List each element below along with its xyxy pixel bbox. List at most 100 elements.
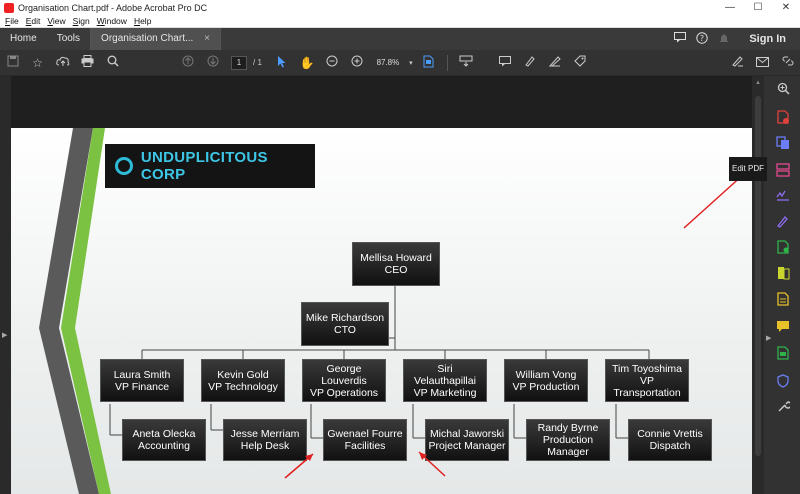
enhance-scans-icon[interactable] (776, 292, 790, 306)
node-production-manager[interactable]: Randy Byrne Production Manager (526, 419, 610, 461)
next-page-icon[interactable] (200, 55, 225, 70)
help-icon[interactable]: ? (691, 31, 713, 47)
tab-close-icon[interactable]: × (204, 33, 210, 44)
node-cto-label: Mike Richardson CTO (305, 312, 385, 336)
tab-bar: Home Tools Organisation Chart... × ? Sig… (0, 28, 800, 50)
page-total: / 1 (253, 58, 262, 67)
red-arrow-project-manager (418, 451, 446, 477)
zoom-search-tool-icon[interactable] (776, 82, 790, 96)
zoom-level-select[interactable]: 87.8% (369, 55, 406, 70)
main-toolbar: ☆ 1 / 1 ✋ 87.8% ▾ (0, 50, 800, 76)
zoom-in-icon[interactable] (345, 55, 370, 70)
node-ceo[interactable]: Mellisa Howard CEO (352, 242, 440, 286)
tab-home[interactable]: Home (0, 28, 47, 50)
highlight-pen-icon[interactable] (518, 55, 543, 70)
email-icon[interactable] (750, 56, 775, 70)
company-logo-icon (115, 157, 133, 175)
node-vp-transportation[interactable]: Tim Toyoshima VP Transportation (605, 359, 689, 402)
node-production-manager-label: Randy Byrne Production Manager (537, 422, 599, 458)
company-banner: UNDUPLICITOUS CORP (105, 144, 315, 188)
page-number-input[interactable]: 1 (231, 55, 247, 70)
bell-icon[interactable] (713, 32, 735, 47)
node-vp-marketing-label: Siri Velauthapillai VP Marketing (413, 362, 477, 399)
node-ceo-label: Mellisa Howard CEO (360, 252, 432, 276)
node-vp-operations-label: George Louverdis VP Operations (309, 362, 379, 399)
zoom-out-icon[interactable] (320, 55, 345, 70)
menu-help[interactable]: Help (134, 16, 151, 26)
send-for-signature-icon[interactable] (776, 214, 790, 228)
export-pdf-icon[interactable] (776, 240, 790, 254)
scrollbar-thumb[interactable] (755, 96, 761, 456)
node-vp-transportation-label: Tim Toyoshima VP Transportation (611, 362, 683, 399)
add-comment-icon[interactable] (493, 55, 518, 70)
save-icon[interactable] (0, 55, 25, 70)
scroll-up-icon[interactable]: ▲ (755, 80, 761, 86)
node-accounting[interactable]: Aneta Olecka Accounting (122, 419, 206, 461)
expand-left-panel-icon[interactable]: ▶ (2, 331, 7, 339)
acrobat-app-icon (4, 2, 14, 13)
comment-tool-icon[interactable] (776, 320, 790, 334)
zoom-dropdown-chevron-icon[interactable]: ▾ (406, 59, 416, 67)
menu-edit[interactable]: Edit (26, 16, 41, 26)
pdf-page[interactable]: UNDUPLICITOUS CORP Mellisa Howard CEO Mi… (11, 128, 752, 494)
menu-sign[interactable]: Sign (73, 16, 90, 26)
edit-pdf-icon[interactable] (776, 163, 790, 177)
node-vp-technology-label: Kevin Gold VP Technology (208, 368, 278, 393)
keyboard-tool-icon[interactable] (454, 55, 479, 70)
node-vp-operations[interactable]: George Louverdis VP Operations (302, 359, 386, 402)
node-cto[interactable]: Mike Richardson CTO (301, 302, 389, 346)
protect-shield-icon[interactable] (776, 374, 790, 388)
vertical-scrollbar[interactable]: ▲ (752, 76, 764, 494)
organize-pages-icon[interactable] (776, 266, 790, 280)
node-accounting-label: Aneta Olecka Accounting (132, 428, 196, 452)
collapse-right-panel-icon[interactable]: ▶ (766, 334, 771, 342)
svg-text:?: ? (700, 34, 704, 43)
minimize-button[interactable]: — (716, 2, 744, 13)
toolbar-separator (446, 54, 448, 71)
node-vp-technology[interactable]: Kevin Gold VP Technology (201, 359, 285, 402)
node-vp-production[interactable]: William Vong VP Production (504, 359, 588, 402)
menu-view[interactable]: View (47, 16, 65, 26)
menu-window[interactable]: Window (97, 16, 127, 26)
search-icon[interactable] (100, 55, 125, 70)
fill-sign-icon[interactable] (776, 188, 790, 202)
node-vp-finance-label: Laura Smith VP Finance (113, 368, 171, 393)
maximize-button[interactable]: ☐ (744, 2, 772, 13)
node-dispatch[interactable]: Connie Vrettis Dispatch (628, 419, 712, 461)
print-icon[interactable] (75, 55, 100, 70)
title-bar: Organisation Chart.pdf - Adobe Acrobat P… (0, 0, 800, 15)
sign-pen-icon[interactable] (725, 55, 750, 70)
stamp-tag-icon[interactable] (568, 55, 593, 70)
sign-in-button[interactable]: Sign In (749, 33, 786, 45)
document-viewport[interactable]: UNDUPLICITOUS CORP Mellisa Howard CEO Mi… (11, 76, 752, 494)
combine-files-icon[interactable] (776, 136, 790, 150)
draw-freehand-icon[interactable] (543, 55, 568, 70)
previous-page-icon[interactable] (175, 55, 200, 70)
hand-tool-icon[interactable]: ✋ (295, 56, 320, 70)
node-facilities-label: Gwenael Fourre Facilities (327, 428, 403, 452)
create-pdf-icon[interactable] (776, 110, 790, 124)
tab-document[interactable]: Organisation Chart... × (90, 28, 221, 50)
node-vp-marketing[interactable]: Siri Velauthapillai VP Marketing (403, 359, 487, 402)
upload-cloud-icon[interactable] (50, 56, 75, 70)
close-window-button[interactable]: ✕ (772, 2, 800, 13)
window-title: Organisation Chart.pdf - Adobe Acrobat P… (18, 2, 208, 13)
comment-icon[interactable] (669, 32, 691, 46)
company-name: UNDUPLICITOUS CORP (140, 149, 268, 183)
fit-page-icon[interactable] (416, 55, 441, 71)
left-panel-strip[interactable]: ▶ (0, 76, 11, 494)
more-tools-wrench-icon[interactable] (776, 400, 792, 414)
select-cursor-icon[interactable] (270, 55, 295, 71)
red-arrow-facilities (284, 453, 314, 479)
node-dispatch-label: Connie Vrettis Dispatch (637, 428, 703, 452)
menu-bar: File Edit View Sign Window Help (0, 15, 800, 28)
node-facilities[interactable]: Gwenael Fourre Facilities (323, 419, 407, 461)
share-link-icon[interactable] (775, 55, 800, 70)
tab-bar-right: ? Sign In (669, 31, 800, 47)
redact-icon[interactable] (776, 346, 790, 360)
node-vp-finance[interactable]: Laura Smith VP Finance (100, 359, 184, 402)
tab-tools[interactable]: Tools (47, 28, 90, 50)
menu-file[interactable]: File (5, 16, 19, 26)
tab-document-label: Organisation Chart... (101, 33, 194, 44)
bookmark-star-icon[interactable]: ☆ (25, 56, 50, 70)
